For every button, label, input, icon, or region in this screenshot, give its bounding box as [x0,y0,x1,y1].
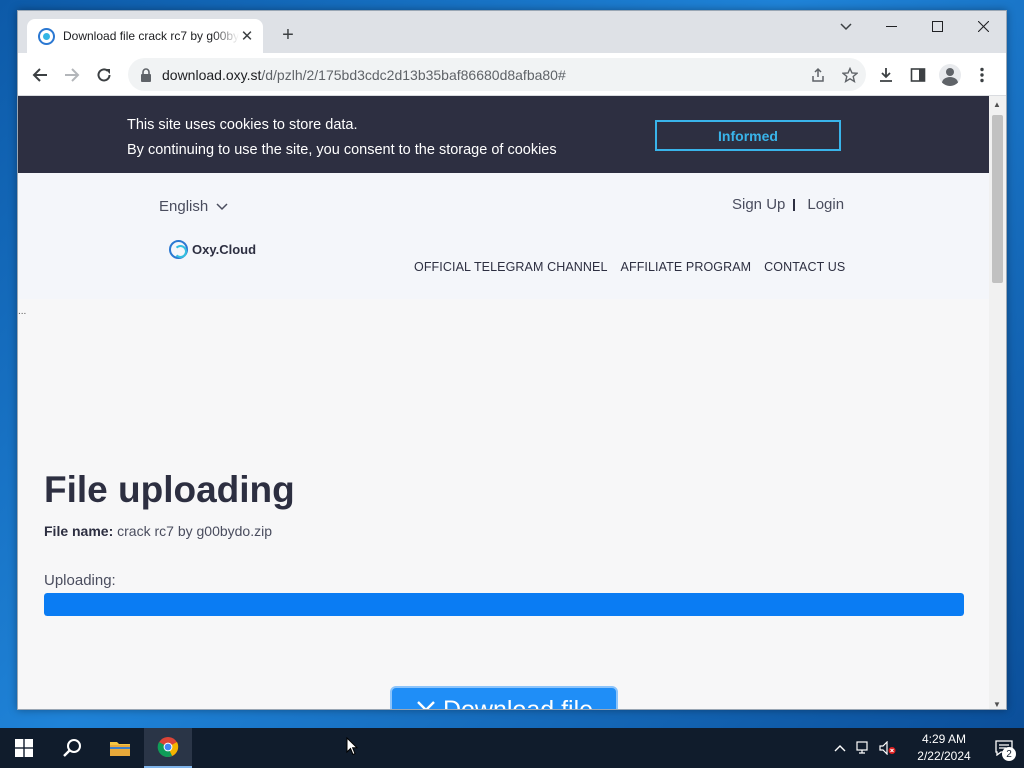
toolbar-actions [870,58,998,91]
site-nav: OFFICIAL TELEGRAM CHANNEL AFFILIATE PROG… [414,260,858,274]
file-name-line: File name: crack rc7 by g00bydo.zip [44,523,272,539]
address-bar[interactable]: download.oxy.st/d/pzlh/2/175bd3cdc2d13b3… [128,58,866,91]
uploading-label: Uploading: [44,572,116,589]
network-icon[interactable] [852,728,876,768]
oxy-logo-icon [169,240,188,259]
browser-tab[interactable]: Download file crack rc7 by g00bydo.zip ✕ [27,19,263,53]
upload-progress-bar [44,593,964,616]
sign-up-link[interactable]: Sign Up [732,196,785,213]
close-window-button[interactable] [960,11,1006,41]
forward-arrow-icon[interactable] [60,63,84,87]
language-label: English [159,198,209,215]
double-chevron-down-icon [417,701,435,709]
site-logo[interactable]: Oxy.Cloud [169,240,256,259]
clock-time: 4:29 AM [921,732,967,746]
side-panel-icon[interactable] [902,58,934,91]
tab-strip: Download file crack rc7 by g00bydo.zip ✕… [18,11,1006,53]
volume-muted-icon[interactable] [876,728,900,768]
file-name-label: File name: [44,523,114,539]
file-explorer-icon[interactable] [96,728,144,768]
menu-kebab-icon[interactable] [966,58,998,91]
minimize-button[interactable] [868,11,914,41]
cookie-accept-button[interactable]: Informed [655,120,841,151]
browser-window: Download file crack rc7 by g00bydo.zip ✕… [17,10,1007,710]
start-windows-icon[interactable] [0,728,48,768]
cookie-banner: This site uses cookies to store data. By… [18,96,991,173]
bookmark-star-icon[interactable] [834,58,866,91]
scroll-thumb[interactable] [992,115,1003,283]
nav-affiliate-link[interactable]: AFFILIATE PROGRAM [621,260,752,274]
download-icon[interactable] [870,58,902,91]
page-title: File uploading [44,469,295,510]
new-tab-button[interactable]: + [276,24,300,46]
auth-divider [793,198,796,211]
page-scrollbar[interactable]: ▲ ▼ [989,96,1006,709]
browser-toolbar: download.oxy.st/d/pzlh/2/175bd3cdc2d13b3… [18,53,1006,96]
clock-date: 2/22/2024 [917,749,971,763]
file-name-value: crack rc7 by g00bydo.zip [117,523,272,539]
login-link[interactable]: Login [807,196,844,213]
maximize-button[interactable] [914,11,960,41]
chevron-down-icon [216,202,228,210]
ellipsis-text: ... [18,306,27,317]
chrome-taskbar-icon[interactable] [144,728,192,768]
mouse-cursor-icon [346,737,358,756]
site-header: English Sign Up Login Oxy.Cloud OFFICIAL… [18,173,991,299]
window-controls [868,11,1006,41]
oxy-favicon-icon [38,27,55,45]
cookie-line-1: This site uses cookies to store data. [127,117,358,133]
tab-close-icon[interactable]: ✕ [239,27,255,45]
profile-avatar-icon[interactable] [934,58,966,91]
clock[interactable]: 4:29 AM 2/22/2024 [904,731,984,765]
taskbar: 4:29 AM 2/22/2024 2 [0,728,1024,768]
nav-contact-link[interactable]: CONTACT US [764,260,845,274]
page-viewport: This site uses cookies to store data. By… [18,96,991,710]
tab-title: Download file crack rc7 by g00bydo.zip [63,29,239,43]
upload-progress-fill [44,593,964,616]
notification-count-badge: 2 [1002,747,1016,761]
reload-icon[interactable] [92,63,116,87]
scroll-up-arrow-icon[interactable]: ▲ [993,100,1001,109]
url-host: download.oxy.st [162,66,262,83]
language-selector[interactable]: English [159,198,228,215]
back-arrow-icon[interactable] [28,63,52,87]
system-tray: 4:29 AM 2/22/2024 2 [828,728,1024,768]
cookie-message: This site uses cookies to store data. By… [127,113,557,163]
logo-text: Oxy.Cloud [192,242,257,257]
notification-center-icon[interactable]: 2 [984,728,1024,768]
cookie-line-2: By continuing to use the site, you conse… [127,142,557,158]
omnibox-actions [802,58,866,91]
tab-search-chevron-icon[interactable] [836,17,856,37]
nav-telegram-link[interactable]: OFFICIAL TELEGRAM CHANNEL [414,260,608,274]
search-icon[interactable] [48,728,96,768]
lock-icon [140,67,152,82]
tray-chevron-up-icon[interactable] [828,728,852,768]
download-file-button[interactable]: Download file [390,686,618,710]
share-icon[interactable] [802,58,834,91]
scroll-down-arrow-icon[interactable]: ▼ [993,700,1001,709]
download-button-label: Download file [442,695,594,710]
auth-links: Sign Up Login [732,196,844,213]
url-path: /d/pzlh/2/175bd3cdc2d13b35baf86680d8afba… [261,66,566,83]
